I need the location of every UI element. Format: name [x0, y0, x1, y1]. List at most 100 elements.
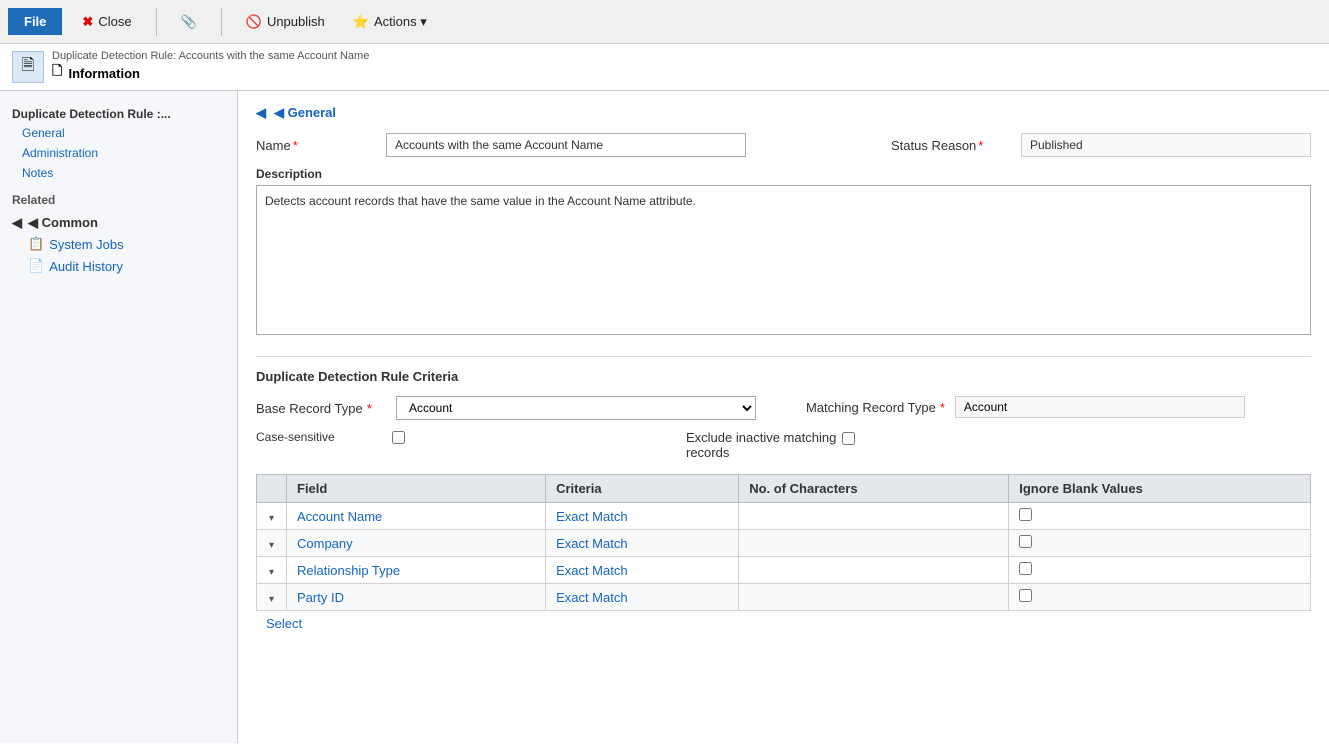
- criteria-link[interactable]: Exact Match: [556, 590, 628, 605]
- table-row: ▾ Company Exact Match: [257, 530, 1311, 557]
- criteria-col-label: Criteria: [556, 481, 602, 496]
- row-arrow-cell: ▾: [257, 557, 287, 584]
- row-field-cell: Relationship Type: [287, 557, 546, 584]
- separator-1: [156, 8, 157, 36]
- base-record-type-select[interactable]: Account: [396, 396, 756, 420]
- exclude-inactive-checkbox[interactable]: [842, 432, 855, 445]
- table-row: ▾ Party ID Exact Match: [257, 584, 1311, 611]
- row-expand-icon: ▾: [269, 567, 274, 578]
- general-section-header: ◀ ◀ General: [256, 105, 1311, 121]
- system-jobs-label: System Jobs: [49, 237, 123, 252]
- breadcrumb: Duplicate Detection Rule: Accounts with …: [52, 50, 369, 62]
- case-sensitive-checkbox[interactable]: [392, 431, 405, 444]
- row-criteria-cell: Exact Match: [546, 584, 739, 611]
- close-label: Close: [98, 14, 131, 29]
- status-reason-input[interactable]: [1021, 133, 1311, 157]
- ignore-blank-col-label: Ignore Blank Values: [1019, 481, 1143, 496]
- row-expand-icon: ▾: [269, 594, 274, 605]
- general-collapse-icon: ◀: [256, 105, 266, 121]
- col-header-criteria: Criteria: [546, 475, 739, 503]
- sidebar-item-notes[interactable]: Notes: [0, 163, 237, 183]
- field-link[interactable]: Account Name: [297, 509, 382, 524]
- sidebar-item-audit-history[interactable]: 📄 Audit History: [0, 255, 237, 277]
- row-field-cell: Company: [287, 530, 546, 557]
- audit-history-icon: 📄: [28, 258, 44, 274]
- separator-2: [221, 8, 222, 36]
- row-arrow-cell: ▾: [257, 503, 287, 530]
- status-reason-group: Status Reason*: [891, 133, 1311, 157]
- actions-button[interactable]: ⭐ Actions ▾: [345, 10, 435, 34]
- ignore-blank-checkbox[interactable]: [1019, 589, 1032, 602]
- matching-record-type-label-text: Matching Record Type: [806, 400, 936, 415]
- unpublish-button[interactable]: 🚫 Unpublish: [238, 10, 333, 34]
- matching-record-type-input[interactable]: [955, 396, 1245, 418]
- close-button[interactable]: ✖ Close: [74, 10, 139, 34]
- row-expand-icon: ▾: [269, 513, 274, 524]
- field-link[interactable]: Company: [297, 536, 353, 551]
- criteria-link[interactable]: Exact Match: [556, 536, 628, 551]
- ignore-blank-checkbox[interactable]: [1019, 508, 1032, 521]
- sidebar-item-general[interactable]: General: [0, 123, 237, 143]
- row-field-cell: Account Name: [287, 503, 546, 530]
- header-text-block: Duplicate Detection Rule: Accounts with …: [52, 50, 369, 84]
- case-sensitive-label: Case-sensitive: [256, 430, 386, 444]
- row-num-chars-cell: [739, 530, 1009, 557]
- general-section-title: ◀ General: [274, 105, 336, 121]
- exclude-inactive-label: Exclude inactive matching: [686, 430, 836, 445]
- sidebar-item-system-jobs[interactable]: 📋 System Jobs: [0, 233, 237, 255]
- status-reason-label-text: Status Reason: [891, 138, 976, 153]
- row-num-chars-cell: [739, 557, 1009, 584]
- row-criteria-cell: Exact Match: [546, 557, 739, 584]
- record-type-row: Base Record Type* Account Matching Recor…: [256, 396, 1311, 420]
- criteria-link[interactable]: Exact Match: [556, 563, 628, 578]
- header-bar: 🗎 Duplicate Detection Rule: Accounts wit…: [0, 44, 1329, 91]
- row-ignore-blank-cell: [1009, 584, 1311, 611]
- clip-icon: 📎: [181, 14, 197, 30]
- file-button[interactable]: File: [8, 8, 62, 35]
- sidebar-item-administration[interactable]: Administration: [0, 143, 237, 163]
- name-field-group: Name*: [256, 133, 891, 157]
- row-expand-icon: ▾: [269, 540, 274, 551]
- col-header-ignore-blank: Ignore Blank Values: [1009, 475, 1311, 503]
- row-num-chars-cell: [739, 503, 1009, 530]
- main-layout: Duplicate Detection Rule :... General Ad…: [0, 91, 1329, 743]
- actions-label: Actions ▾: [374, 14, 427, 30]
- row-arrow-cell: ▾: [257, 530, 287, 557]
- col-header-arrow: [257, 475, 287, 503]
- page-title-text: Information: [68, 66, 140, 81]
- criteria-table: Field Criteria No. of Characters Ignore …: [256, 474, 1311, 611]
- status-reason-label: Status Reason*: [891, 138, 1011, 153]
- description-textarea[interactable]: Detects account records that have the sa…: [256, 185, 1311, 335]
- col-header-field: Field: [287, 475, 546, 503]
- content-area: ◀ ◀ General Name* Status Reason* Descrip…: [238, 91, 1329, 743]
- sidebar-common-title: ◀ ◀ Common: [0, 211, 237, 233]
- criteria-link[interactable]: Exact Match: [556, 509, 628, 524]
- audit-history-label: Audit History: [49, 259, 123, 274]
- row-criteria-cell: Exact Match: [546, 503, 739, 530]
- page-title: 🗋 Information: [52, 62, 369, 84]
- field-link[interactable]: Party ID: [297, 590, 344, 605]
- row-ignore-blank-cell: [1009, 530, 1311, 557]
- base-record-type-group: Base Record Type* Account: [256, 396, 756, 420]
- base-record-type-label: Base Record Type*: [256, 401, 386, 416]
- page-title-icon: 🗋: [52, 62, 62, 84]
- name-input[interactable]: [386, 133, 746, 157]
- sidebar-related-title: Related: [0, 183, 237, 211]
- name-label-text: Name: [256, 138, 291, 153]
- row-num-chars-cell: [739, 584, 1009, 611]
- description-label: Description: [256, 167, 1311, 181]
- field-col-label: Field: [297, 481, 327, 496]
- name-status-row: Name* Status Reason*: [256, 133, 1311, 157]
- field-link[interactable]: Relationship Type: [297, 563, 400, 578]
- select-link-container: Select: [256, 611, 1311, 636]
- matching-record-type-label: Matching Record Type*: [806, 400, 945, 415]
- ignore-blank-checkbox[interactable]: [1019, 562, 1032, 575]
- record-icon: 🗎: [12, 51, 44, 83]
- select-link[interactable]: Select: [266, 616, 302, 631]
- clip-button[interactable]: 📎: [173, 10, 205, 34]
- name-required: *: [293, 138, 298, 153]
- row-ignore-blank-cell: [1009, 557, 1311, 584]
- ignore-blank-checkbox[interactable]: [1019, 535, 1032, 548]
- exclude-inactive-group: Exclude inactive matching records: [686, 430, 855, 460]
- name-label: Name*: [256, 138, 376, 153]
